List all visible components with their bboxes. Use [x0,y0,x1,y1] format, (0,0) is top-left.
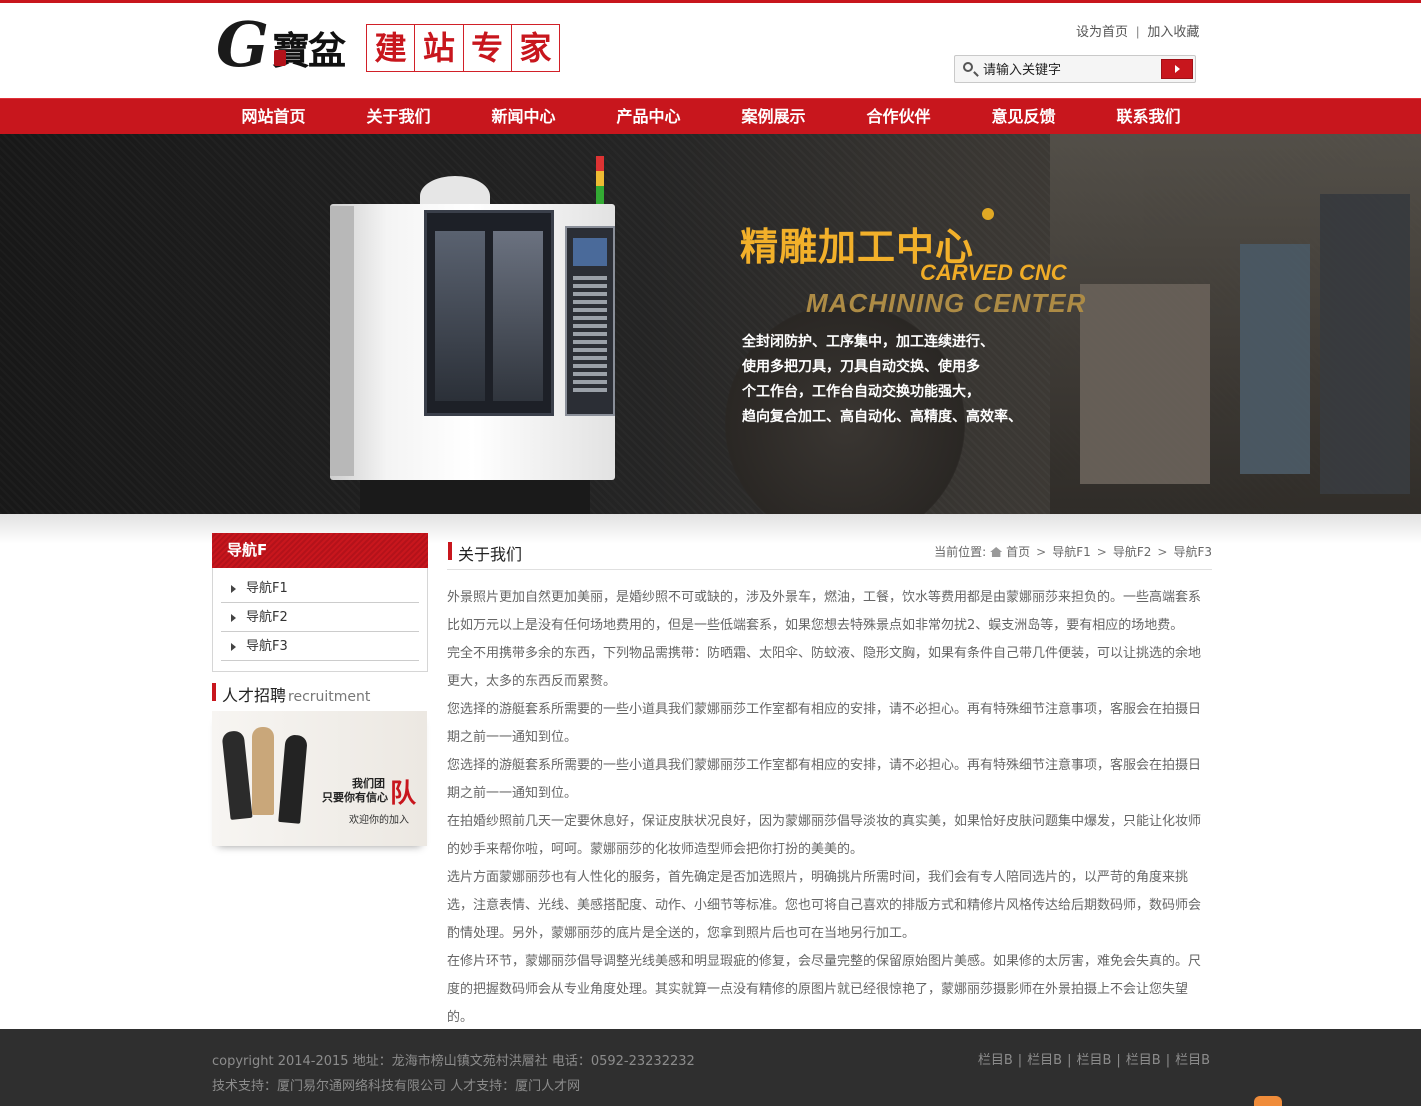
footer-link-separator: | [1017,1053,1023,1068]
content-header: 关于我们 当前位置: 首页 > 导航F1 > 导航F2 > 导航F3 [447,541,1212,570]
breadcrumb-f2[interactable]: 导航F2 [1113,545,1152,559]
article-paragraph: 您选择的游艇套系所需要的一些小道具我们蒙娜丽莎工作室都有相应的安排，请不必担心。… [447,758,1202,801]
nav-item-about[interactable]: 关于我们 [336,99,461,134]
set-homepage-link[interactable]: 设为首页 [1076,24,1128,39]
footer-link[interactable]: 栏目B [1076,1053,1111,1068]
nav-item-home[interactable]: 网站首页 [211,99,336,134]
banner-subtitle-en-1: CARVED CNC [920,260,1067,285]
article-paragraph: 在拍婚纱照前几天一定要休息好，保证皮肤状况良好，因为蒙娜丽莎倡导淡妆的真实美，如… [447,814,1202,857]
machine-side-panel [330,206,354,476]
add-favorite-link[interactable]: 加入收藏 [1147,24,1199,39]
banner-line: 趋向复合加工、高自动化、高精度、高效率、 [742,409,1022,425]
hero-banner[interactable]: 精雕加工中心 CARVED CNC MACHINING CENTER 全封闭防护… [0,134,1421,514]
site-logo[interactable]: G 寶盆 建 站 专 家 [216,8,562,81]
article-paragraph: 在修片环节，蒙娜丽莎倡导调整光线美感和明显瑕疵的修复，会尽量完整的保留原始图片美… [447,954,1202,1025]
recruit-image-big: 队 [390,779,417,809]
footer-info: copyright 2014-2015 地址：龙海市榜山镇文苑村洪層社 电话：0… [212,1049,695,1099]
nav-item-cases[interactable]: 案例展示 [711,99,836,134]
search-icon [963,62,973,72]
nav-item-products[interactable]: 产品中心 [586,99,711,134]
nav-item-contact[interactable]: 联系我们 [1086,99,1211,134]
search-submit-button[interactable] [1161,59,1193,79]
banner-line: 全封闭防护、工序集中，加工连续进行、 [742,334,994,350]
banner-dot [982,208,994,220]
slogan-char: 站 [415,25,464,71]
heading-accent-bar [212,683,216,701]
footer-link[interactable]: 栏目B [1175,1053,1210,1068]
breadcrumb-separator: > [1096,545,1107,559]
banner-description: 全封闭防护、工序集中，加工连续进行、 使用多把刀具，刀具自动交换、使用多 个工作… [742,330,1032,430]
article-paragraph: 外景照片更加自然更加美丽，是婚纱照不可或缺的，涉及外景车，燃油，工餐，饮水等费用… [447,590,1202,633]
banner-subtitle-en-2: MACHINING CENTER [806,288,1087,318]
footer-copyright: copyright 2014-2015 地址：龙海市榜山镇文苑村洪層社 电话：0… [212,1054,695,1069]
banner-line: 使用多把刀具，刀具自动交换、使用多 [742,359,980,375]
machine-base [360,474,590,514]
footer-link-separator: | [1116,1053,1121,1068]
slogan-char: 建 [367,25,416,71]
breadcrumb-separator: > [1036,545,1047,559]
logo-mark: G 寶盆 [216,8,366,81]
article-paragraph: 完全不用携带多余的东西，下列物品需携带：防晒霜、太阳伞、防蚊液、隐形文胸，如果有… [447,646,1202,689]
breadcrumb-label: 当前位置: [934,545,987,559]
top-links: 设为首页 | 加入收藏 [1076,21,1199,40]
breadcrumb-f3[interactable]: 导航F3 [1173,545,1212,559]
article-paragraph: 选片方面蒙娜丽莎也有人性化的服务，首先确定是否加选照片，明确挑片所需时间，我们会… [447,870,1202,941]
sidebar-item-f1[interactable]: 导航F1 [221,574,419,603]
breadcrumb: 当前位置: 首页 > 导航F1 > 导航F2 > 导航F3 [934,543,1212,560]
breadcrumb-f1[interactable]: 导航F1 [1052,545,1091,559]
footer-link[interactable]: 栏目B [978,1053,1013,1068]
logo-hanzi: 寶盆 [272,28,346,73]
footer-link[interactable]: 栏目B [1126,1053,1161,1068]
machine-door [424,210,554,416]
main-nav: 网站首页 关于我们 新闻中心 产品中心 案例展示 合作伙伴 意见反馈 联系我们 [0,98,1421,134]
footer-support: 技术支持：厦门易尔通网络科技有限公司 人才支持：厦门人才网 [212,1079,581,1094]
logo-seal-icon [274,50,286,66]
home-icon [990,547,1003,557]
sidebar-item-f2[interactable]: 导航F2 [221,603,419,632]
search-input[interactable] [983,59,1111,79]
recruit-image-text: 只要你有信心 [322,791,388,804]
recruitment-banner[interactable]: 我们团 只要你有信心 队 欢迎你的加入 [212,711,427,846]
breadcrumb-separator: > [1157,545,1168,559]
footer-link-separator: | [1067,1053,1072,1068]
sidebar-menu: 导航F1 导航F2 导航F3 [212,568,428,672]
floating-widget-icon[interactable] [1254,1096,1282,1106]
nav-item-partners[interactable]: 合作伙伴 [836,99,961,134]
recruit-image-text: 欢迎你的加入 [349,815,409,826]
breadcrumb-home[interactable]: 首页 [1006,545,1030,559]
logo-letter: G [216,8,269,81]
footer-link[interactable]: 栏目B [1027,1053,1062,1068]
article-paragraph: 您选择的游艇套系所需要的一些小道具我们蒙娜丽莎工作室都有相应的安排，请不必担心。… [447,702,1202,745]
sidebar-item-f3[interactable]: 导航F3 [221,632,419,661]
slogan-char: 家 [519,29,552,67]
banner-line: 个工作台，工作台自动交换功能强大， [742,384,980,400]
recruit-title: 人才招聘 [222,686,287,705]
sidebar-heading: 导航F [212,533,428,568]
logo-slogan: 建 站 专 家 [366,24,560,72]
top-accent-line [0,0,1421,3]
machine-signal-light [596,156,604,206]
page-title: 关于我们 [458,545,523,564]
nav-item-feedback[interactable]: 意见反馈 [961,99,1086,134]
search-box [954,55,1196,83]
slogan-char: 专 [464,25,512,71]
footer-links: 栏目B | 栏目B | 栏目B | 栏目B | 栏目B [978,1049,1210,1068]
banner-factory-image [1050,134,1421,514]
machine-control-panel [565,226,615,416]
site-footer: copyright 2014-2015 地址：龙海市榜山镇文苑村洪層社 电话：0… [0,1029,1421,1106]
footer-link-separator: | [1165,1053,1171,1068]
nav-item-news[interactable]: 新闻中心 [461,99,586,134]
recruit-title-en: recruitment [288,689,371,705]
heading-accent-bar [448,542,452,560]
toplink-separator: | [1136,24,1140,39]
article-body: 外景照片更加自然更加美丽，是婚纱照不可或缺的，涉及外景车，燃油，工餐，饮水等费用… [447,584,1212,1032]
